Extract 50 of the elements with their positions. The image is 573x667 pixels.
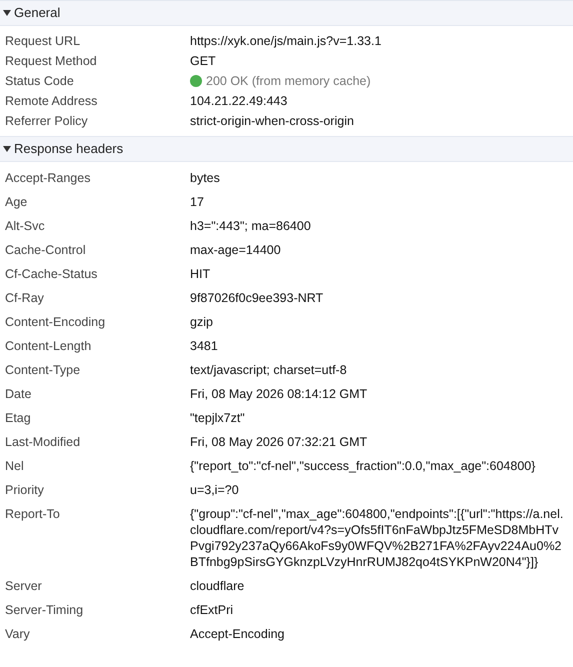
header-value: Fri, 08 May 2026 08:14:12 GMT <box>190 386 368 402</box>
header-value: {"report_to":"cf-nel","success_fraction":0.0,"max_age":604800} <box>190 458 536 474</box>
header-name: Content-Length <box>4 338 92 354</box>
header-value: Fri, 08 May 2026 07:32:21 GMT <box>190 434 368 450</box>
header-value: text/javascript; charset=utf-8 <box>190 362 347 378</box>
header-name: Report-To <box>4 506 61 523</box>
header-value: "tepjlx7zt" <box>190 410 245 426</box>
header-value: 200 OK (from memory cache) <box>206 73 371 89</box>
collapse-triangle-icon <box>3 9 11 17</box>
header-value: {"group":"cf-nel","max_age":604800,"endpoints":[{"url":"https://a.nel.cloudflare.com/report/v4?s=yOfs5fIT6nFaWbpJtz5FMeSD8MbHTvPvgi792y237aQy66AkoFs9y0WFQV%2B271FA%2FAyv224Au0%2BTfnbg9pSirsGYGknzpLVzyHnrRUMJ82qo4tSYKPnW20N4"}]} <box>190 506 564 570</box>
collapse-triangle-icon <box>3 145 11 153</box>
header-value: 9f87026f0c9ee393-NRT <box>190 290 324 306</box>
section-header[interactable]: General <box>0 0 573 26</box>
header-value: u=3,i=?0 <box>190 482 239 498</box>
header-value: 17 <box>190 194 204 210</box>
header-value: strict-origin-when-cross-origin <box>190 113 354 129</box>
header-name: Priority <box>4 482 45 498</box>
header-name: Date <box>4 386 32 402</box>
header-name: Last-Modified <box>4 434 82 450</box>
header-name: Referrer Policy <box>4 113 89 129</box>
header-value: Accept-Encoding <box>190 626 285 642</box>
header-name: Age <box>4 194 28 210</box>
header-name: Etag <box>4 410 32 426</box>
header-name: Status Code <box>4 73 75 89</box>
header-value: 104.21.22.49:443 <box>190 93 288 109</box>
header-name: Content-Type <box>4 362 82 378</box>
header-name: Server <box>4 578 43 594</box>
header-name: Content-Encoding <box>4 314 106 330</box>
header-name: Nel <box>4 458 25 474</box>
header-value: bytes <box>190 170 220 186</box>
section-header[interactable]: Response headers <box>0 136 573 162</box>
header-value: h3=":443"; ma=86400 <box>190 218 311 234</box>
header-value: HIT <box>190 266 210 282</box>
header-name: Remote Address <box>4 93 98 109</box>
header-value: GET <box>190 53 216 69</box>
header-name: Accept-Ranges <box>4 170 92 186</box>
header-value: max-age=14400 <box>190 242 281 258</box>
header-value: gzip <box>190 314 213 330</box>
header-name: Cf-Cache-Status <box>4 266 98 282</box>
header-name: Request URL <box>4 33 82 49</box>
header-value: cfExtPri <box>190 602 234 618</box>
header-value: cloudflare <box>190 578 244 594</box>
header-name: Alt-Svc <box>4 218 46 234</box>
header-name: Vary <box>4 626 31 642</box>
header-name: Cf-Ray <box>4 290 45 306</box>
header-name: Server-Timing <box>4 602 84 618</box>
header-name: Request Method <box>4 53 98 69</box>
header-value: https://xyk.one/js/main.js?v=1.33.1 <box>190 33 382 49</box>
header-value: 3481 <box>190 338 218 354</box>
header-name: Cache-Control <box>4 242 87 258</box>
